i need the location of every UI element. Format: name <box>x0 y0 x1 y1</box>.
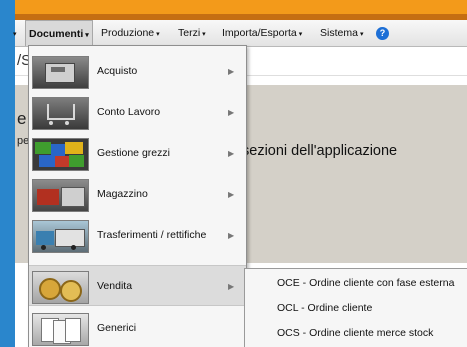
menu-item-generici[interactable]: Generici <box>29 308 246 347</box>
menu-item-label: Conto Lavoro <box>97 106 161 118</box>
content-title-fragment: e <box>17 109 27 128</box>
chevron-down-icon: ▾ <box>359 31 364 38</box>
menu-item-acquisto[interactable]: Acquisto ▶ <box>29 51 246 92</box>
submenu-item-ocs[interactable]: OCS - Ordine cliente merce stock <box>277 321 433 345</box>
menu-item-gestione-grezzi[interactable]: Gestione grezzi ▶ <box>29 133 246 174</box>
menu-item-label: Generici <box>97 322 137 334</box>
chevron-right-icon: ▶ <box>228 231 235 240</box>
question-circle-icon: ? <box>376 26 389 40</box>
menu-item-label: Gestione grezzi <box>97 147 170 159</box>
chevron-down-icon: ▾ <box>298 31 303 38</box>
documents-icon <box>32 313 89 346</box>
menu-bar: ▾ Documenti ▾ Produzione ▾ Terzi ▾ Importa/… <box>13 20 467 47</box>
menu-terzi[interactable]: Terzi ▾ <box>178 20 206 46</box>
window-left-border <box>0 0 15 347</box>
chevron-right-icon: ▶ <box>228 108 235 117</box>
chevron-down-icon: ▾ <box>202 31 206 38</box>
chevron-right-icon: ▶ <box>228 67 235 76</box>
coins-icon <box>32 271 89 304</box>
menu-sistema[interactable]: Sistema ▾ <box>320 20 363 46</box>
chevron-right-icon: ▶ <box>228 149 235 158</box>
menu-documenti-label: Documenti <box>29 28 84 40</box>
warehouse-icon <box>32 179 89 212</box>
menu-item-conto-lavoro[interactable]: Conto Lavoro ▶ <box>29 92 246 133</box>
menu-item-label: Acquisto <box>97 65 138 77</box>
menu-importa-esporta[interactable]: Importa/Esporta ▾ <box>222 20 302 46</box>
header-accent-bar <box>15 0 467 14</box>
chevron-right-icon: ▶ <box>228 190 235 199</box>
menu-item-trasferimenti-rettifiche[interactable]: Trasferimenti / rettifiche ▶ <box>29 215 246 256</box>
submenu-item-oce[interactable]: OCE - Ordine cliente con fase esterna <box>277 271 454 295</box>
menu-caret-offscreen[interactable]: ▾ <box>11 20 17 46</box>
menu-terzi-label: Terzi <box>178 27 201 39</box>
documenti-dropdown-menu: Acquisto ▶ Conto Lavoro ▶ Gestione grezz… <box>28 45 247 347</box>
chevron-down-icon: ▾ <box>156 31 160 38</box>
chevron-down-icon: ▾ <box>85 32 89 39</box>
help-button[interactable]: ? <box>376 20 389 46</box>
submenu-item-label: OCE - Ordine cliente con fase esterna <box>277 277 455 289</box>
submenu-item-label: OCL - Ordine cliente <box>277 302 373 314</box>
vendita-submenu: OCE - Ordine cliente con fase esterna OC… <box>244 268 467 347</box>
puzzle-icon <box>32 138 89 171</box>
menu-produzione[interactable]: Produzione ▾ <box>101 20 160 46</box>
submenu-item-label: OCS - Ordine cliente merce stock <box>277 327 434 339</box>
content-description: sezioni dell'applicazione <box>242 143 398 159</box>
menu-produzione-label: Produzione <box>101 27 155 39</box>
menu-item-label: Magazzino <box>97 188 148 200</box>
menu-importa-esporta-label: Importa/Esporta <box>222 27 297 39</box>
menu-item-label: Vendita <box>97 280 133 292</box>
menu-item-label: Trasferimenti / rettifiche <box>97 229 207 241</box>
menu-sistema-label: Sistema <box>320 27 358 39</box>
shopping-cart-icon <box>32 97 89 130</box>
trucks-icon <box>32 220 89 253</box>
menu-item-magazzino[interactable]: Magazzino ▶ <box>29 174 246 215</box>
menu-documenti[interactable]: Documenti ▾ <box>25 20 93 46</box>
application-window: ▾ Documenti ▾ Produzione ▾ Terzi ▾ Importa/… <box>0 0 467 347</box>
cash-register-icon <box>32 56 89 89</box>
chevron-right-icon: ▶ <box>228 282 235 291</box>
menu-item-vendita[interactable]: Vendita ▶ <box>29 265 246 306</box>
submenu-item-ocl[interactable]: OCL - Ordine cliente <box>277 296 372 320</box>
